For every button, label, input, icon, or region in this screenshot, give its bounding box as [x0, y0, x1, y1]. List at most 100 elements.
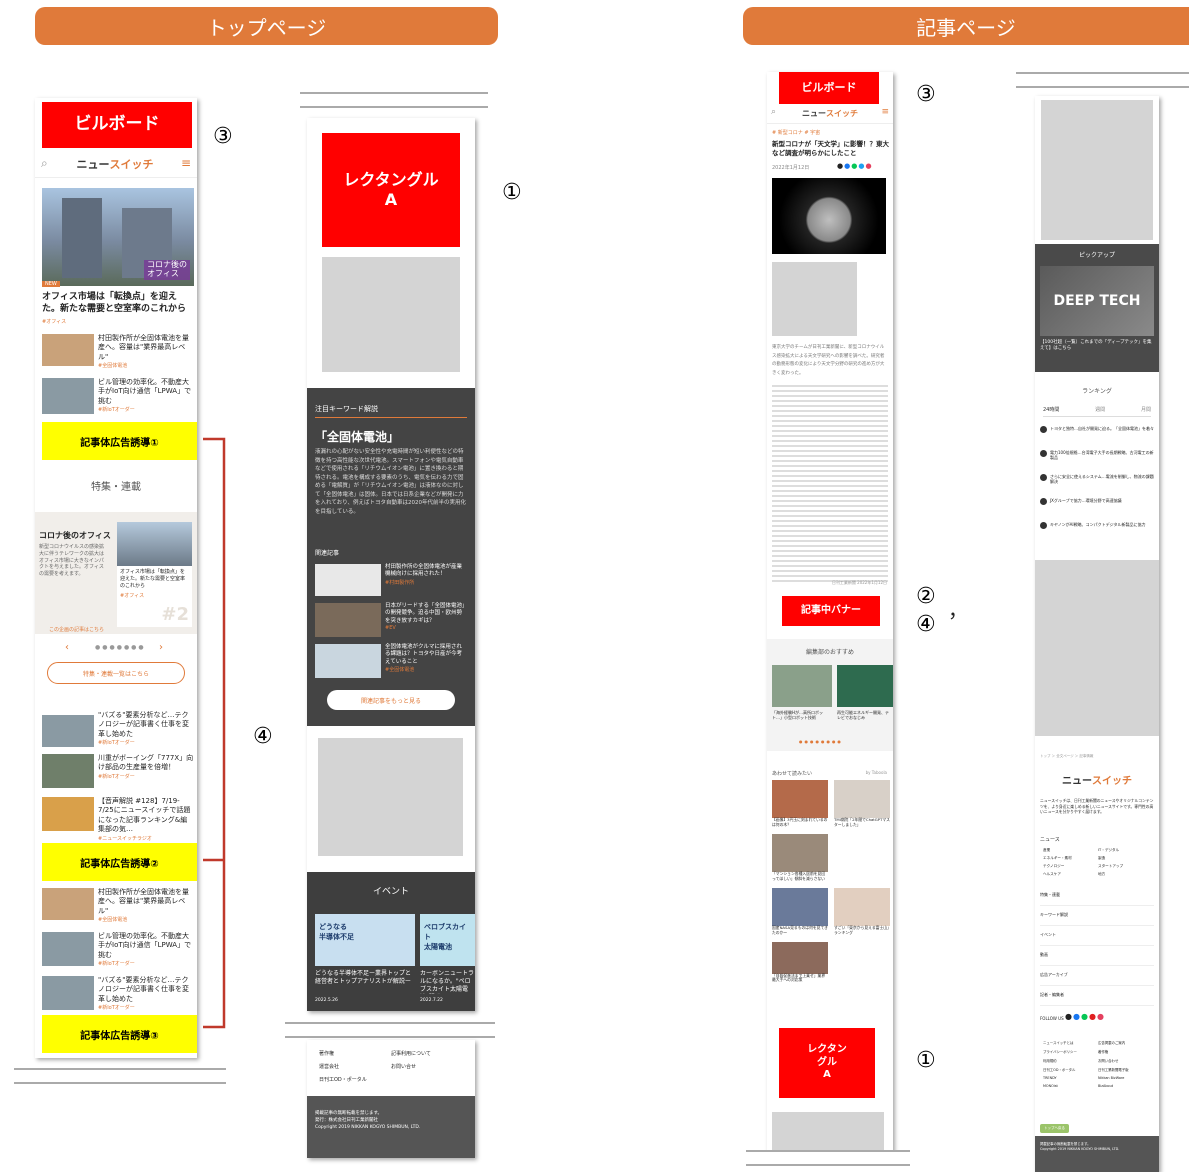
related-title: 村田製作所の全固体電池が産業機械向けに採用された！ [385, 564, 463, 578]
ranking-item[interactable]: JXグループで協力…環境分野で高速協議 [1040, 498, 1156, 522]
category-link[interactable]: スタートアップ [1098, 864, 1153, 869]
footer-link[interactable]: 日刊工OD・ポータル [1043, 1067, 1098, 1072]
ranking-tab[interactable]: 24時間 [1043, 406, 1059, 413]
related-more-button[interactable]: 関連記事をもっと見る [327, 690, 455, 710]
recommend-item[interactable]: 「海外経験Hが…高所ロボット…」小型ロボット技術 [772, 710, 832, 720]
footer-link[interactable]: 利用規約 [1043, 1058, 1098, 1063]
rank-badge [1040, 498, 1047, 505]
event-1-banner[interactable]: どうなる 半導体不足 [315, 914, 415, 966]
ranking-tab[interactable]: 週間 [1095, 406, 1105, 413]
related-thumb [315, 603, 381, 637]
footer-menu-item[interactable]: イベント [1040, 926, 1154, 946]
search-icon[interactable]: ⌕ [771, 107, 776, 117]
footer-logo[interactable]: ニュースイッチ [1035, 772, 1159, 787]
event-2-banner[interactable]: ペロブスカイト 太陽電池 [420, 914, 475, 966]
hero-title[interactable]: オフィス市場は「転換点」を迎えた。新たな需要と空室率のこれから [42, 291, 194, 315]
recommend-thumb[interactable] [772, 665, 832, 707]
ranking-item[interactable]: さらに安全に使えるシステム…電流を制御し、物流の課題解決 [1040, 474, 1156, 498]
list-item[interactable]: 【音声解説 #128】7/19-7/25にニュースイッチで話題になった記事ランキ… [42, 797, 194, 842]
recommend-dots[interactable]: ●●●●●●●● [799, 739, 843, 744]
back-to-top-button[interactable]: トップへ戻る [1040, 1124, 1069, 1133]
ranking-tab[interactable]: 月間 [1141, 406, 1151, 413]
ranking-item[interactable]: 電力100倍規格…台湾電子大手の長期戦略、古河電工の新製品 [1040, 450, 1156, 474]
footer-link[interactable]: 著作権 [1098, 1049, 1153, 1054]
footer-menu-item[interactable]: 記者・編集者 [1040, 986, 1154, 1006]
related-tag: #全固体電池 [385, 667, 415, 674]
category-link[interactable]: エネルギー・素材 [1043, 856, 1098, 861]
footer-link[interactable]: 日刊工OD・ポータル [319, 1076, 391, 1083]
social-icons[interactable]: ●●●●● [1065, 1012, 1105, 1021]
footer-link[interactable]: 日刊工業新聞電子版 [1098, 1067, 1153, 1072]
read-item[interactable]: すごい「東京から見える富士山」ランキング [834, 887, 890, 936]
category-link[interactable]: テクノロジー [1043, 864, 1098, 869]
site-logo[interactable]: ニュースイッチ [797, 108, 863, 119]
read-item[interactable] [834, 833, 890, 882]
footer-menu-item[interactable]: 特集・連載 [1040, 886, 1154, 906]
footer-link[interactable]: 運営会社 [319, 1063, 391, 1070]
category-link[interactable]: 製造 [1098, 856, 1153, 861]
pickup-caption[interactable]: 【100社超（一覧）これまでの「ディープテック」を集えて】はこちら [1040, 340, 1154, 353]
event-1-title[interactable]: どうなる半導体不足ー業界トップと経営者とトップアナリストが解説ー [315, 970, 415, 986]
read-item[interactable]: 「自殺促進法まで上乗せ」業界最大手への対応策 [772, 941, 828, 984]
menu-icon[interactable]: ≡ [881, 107, 889, 117]
ranking-item[interactable]: キヤノンがAI戦略、コンパクトデジタル新製品に協力 [1040, 522, 1156, 546]
event-2-title[interactable]: カーボンニュートラルになるか。"ペロブスカイト太陽電池"開発・ [420, 970, 475, 994]
list-item[interactable]: ビル管理の効率化。不動産大手がIoT向け通信「LPWA」で挑む #新IoTオーダー [42, 378, 194, 414]
category-link[interactable]: 地方 [1098, 872, 1153, 877]
list-item[interactable]: 村田製作所が全固体電池を量産へ。容量は"業界最高レベル" #全固体電池 [42, 888, 194, 924]
footer-link[interactable]: お問い合わせ [1098, 1058, 1153, 1063]
deep-tech-banner[interactable]: DEEP TECH [1040, 266, 1154, 336]
footer-link[interactable]: MONOist [1043, 1084, 1098, 1088]
hero-image[interactable]: コロナ後の オフィス [42, 188, 194, 286]
footer-menu-item[interactable]: 動画 [1040, 946, 1154, 966]
read-item[interactable]: 国産NASA見るものは何を見てきたのかー [772, 887, 828, 936]
carousel-prev-icon[interactable]: ‹ [65, 642, 69, 653]
list-item[interactable]: "バズる"要素分析など…テクノロジーが記事書く仕事を変革し始めた #新IoTオーダ… [42, 976, 194, 1012]
search-icon[interactable]: ⌕ [41, 156, 48, 171]
footer-link[interactable]: 著作権 [319, 1050, 391, 1057]
feature-link[interactable]: この企画の記事はこちら [49, 626, 104, 633]
read-item[interactable]: TMI病院「2年間でChatGPTマスターしました」 [834, 780, 890, 828]
ranking-item[interactable]: トヨタと独特…自社が開発に迫る。「全固体電池」を着々 [1040, 426, 1156, 450]
carousel-dots[interactable]: ●●●●●●● [95, 644, 146, 651]
category-link[interactable]: ヘルスケア [1043, 872, 1098, 877]
marker-1-article-page: ① [916, 1048, 936, 1073]
footer-link[interactable]: ニュースイッチとは [1043, 1040, 1098, 1045]
related-label: 関連記事 [315, 550, 340, 557]
recommend-thumb[interactable] [837, 665, 893, 707]
list-item[interactable]: 川重がボーイング「777X」向け部品の生産量を倍増！ #新IoTオーダー [42, 754, 194, 792]
article-crumb[interactable]: # 新型コロナ # 宇宙 [772, 129, 820, 136]
footer-menu-item[interactable]: 広告アーカイブ [1040, 966, 1154, 986]
read-item[interactable]: 【画像】3円玉に刻まれているのは何の木？ [772, 780, 828, 828]
list-item[interactable]: 村田製作所の全固体電池が産業機械向けに採用された！ #村田製作所 [315, 564, 467, 598]
footer-link[interactable]: 記事利用について [391, 1050, 463, 1057]
category-link[interactable]: IT・デジタル [1098, 848, 1153, 853]
site-logo[interactable]: ニュースイッチ [75, 156, 155, 172]
list-item[interactable]: ビル管理の効率化。不動産大手がIoT向け通信「LPWA」で挑む #新IoTオーダー [42, 932, 194, 968]
read-item[interactable]: 「マンション各種入居前を見回ってほしい」傾斜を減らさない [772, 833, 828, 882]
list-item[interactable]: 日本がリードする「全固体電池」の開発競争。迫る中国・欧州勢を突き放すカギは？ #E… [315, 603, 467, 639]
feature-card[interactable]: オフィス市場は「転換点」を迎えた。新たな需要と空室率のこれから #オフィス #2 [117, 522, 192, 627]
list-item[interactable]: 村田製作所が全固体電池を量産へ。容量は"業界最高レベル" #全固体電池 [42, 334, 194, 370]
feature-head[interactable]: コロナ後のオフィス [39, 530, 111, 541]
share-icons[interactable]: ●●●●● [837, 162, 873, 170]
footer-crumb[interactable]: トップ ＞ 全文ページ ＞ 記事情報 [1040, 754, 1093, 759]
carousel-next-icon[interactable]: › [159, 642, 163, 653]
list-item[interactable]: "バズる"要素分析など…テクノロジーが記事書く仕事を変革し始めた #新IoTオーダ… [42, 711, 194, 749]
category-link[interactable]: 産業 [1043, 848, 1098, 853]
list-item[interactable]: 全固体電池がクルマに採用される課題は？トヨタや日産が今考えていること #全固体電池 [315, 644, 467, 680]
footer-link[interactable]: Nikkan BizWare [1098, 1076, 1153, 1080]
footer-link[interactable]: お問い合せ [391, 1063, 463, 1070]
menu-icon[interactable]: ≡ [181, 156, 191, 170]
footer-link[interactable]: プライバシーポリシー [1043, 1049, 1098, 1054]
ad-placeholder-3 [772, 1112, 884, 1152]
footer-link[interactable]: BizAbout [1098, 1084, 1153, 1088]
footer-link[interactable]: TRENDY [1043, 1076, 1098, 1080]
feature-list-button[interactable]: 特集・連載一覧はこちら [47, 662, 185, 684]
rank-badge [1040, 450, 1047, 457]
footer-menu-item[interactable]: キーワード解説 [1040, 906, 1154, 926]
recommend-item[interactable]: 再生可能エネルギー開発、テレビでおなじみ [837, 710, 891, 720]
hero-tag[interactable]: #オフィス [42, 318, 66, 325]
footer-link[interactable]: 広告掲載のご案内 [1098, 1040, 1153, 1045]
keyword-divider [315, 417, 467, 418]
